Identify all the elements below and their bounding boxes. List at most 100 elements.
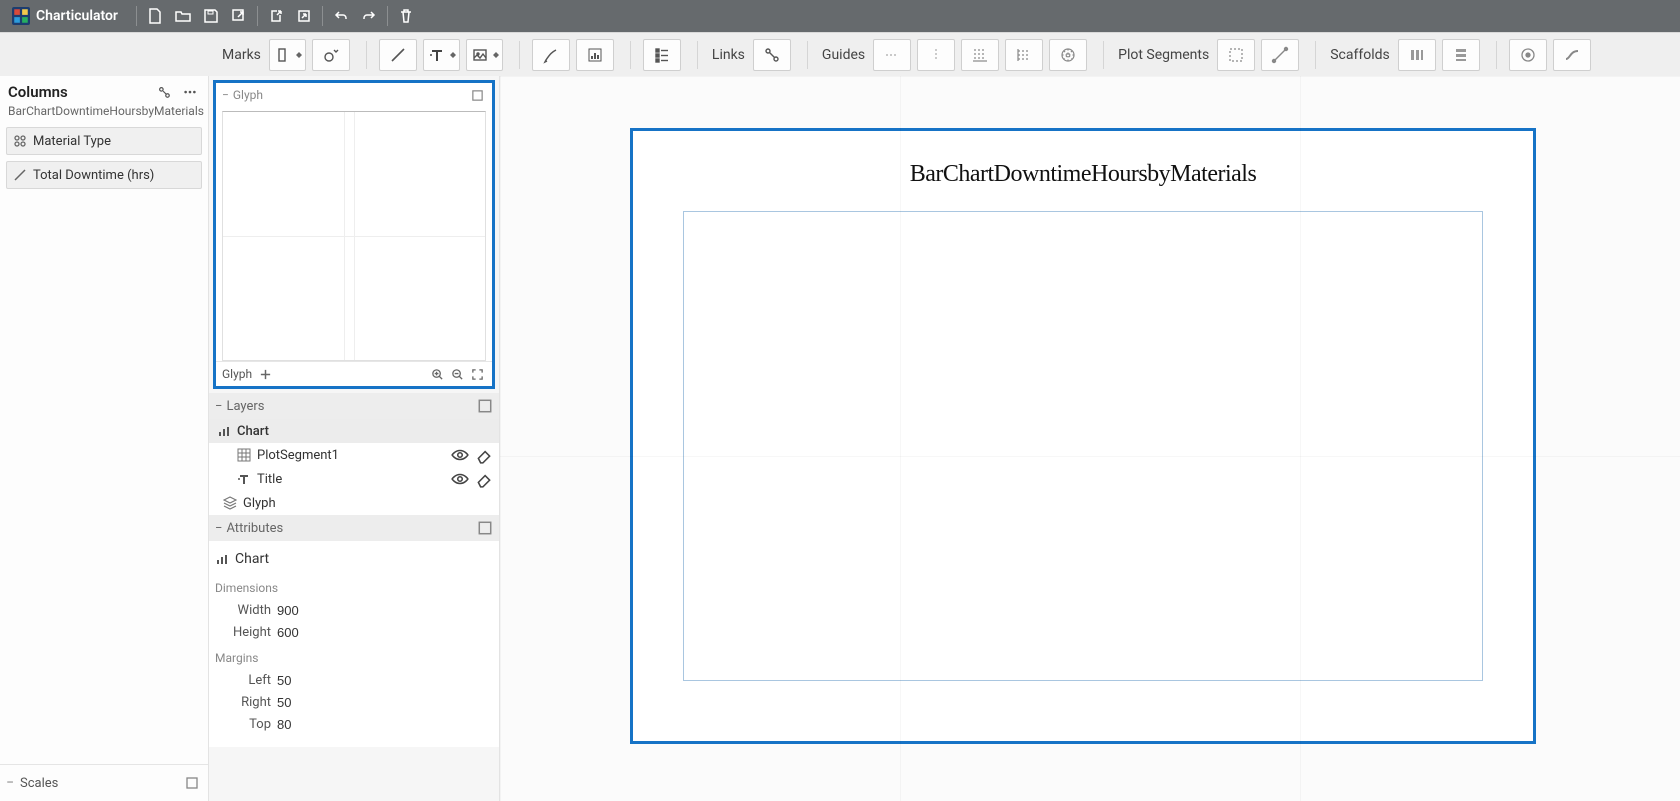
links-label: Links [712, 47, 745, 63]
right-input[interactable] [275, 694, 493, 711]
field-chip[interactable]: Total Downtime (hrs) [6, 161, 202, 189]
guides-label: Guides [822, 47, 865, 63]
layer-label: PlotSegment1 [257, 448, 339, 463]
mark-rect-button[interactable] [269, 39, 306, 71]
save-button[interactable] [197, 2, 225, 30]
visibility-icon[interactable] [451, 446, 469, 464]
popout-icon[interactable] [182, 773, 202, 793]
layer-item-glyph[interactable]: Glyph [209, 491, 499, 515]
glyph-icon [223, 496, 237, 510]
open-button[interactable] [169, 2, 197, 30]
top-input[interactable] [275, 716, 493, 733]
zoom-fit-icon[interactable] [468, 365, 486, 383]
layer-label: Title [257, 472, 282, 487]
guide-coord-y-button[interactable] [1005, 39, 1043, 71]
glyph-footer-label: Glyph [222, 367, 252, 381]
glyph-panel-title: Glyph [233, 88, 468, 102]
delete-button[interactable] [392, 2, 420, 30]
plot-segments-label: Plot Segments [1118, 47, 1209, 63]
chart-canvas[interactable]: BarChartDowntimeHoursbyMaterials [500, 76, 1680, 801]
measure-icon [13, 168, 27, 182]
add-glyph-icon[interactable] [256, 365, 274, 383]
attributes-title: Attributes [226, 521, 473, 536]
left-label: Left [215, 673, 271, 688]
import-template-button[interactable] [262, 2, 290, 30]
height-label: Height [215, 625, 271, 640]
left-input[interactable] [275, 672, 493, 689]
title-bar: Charticulator [0, 0, 1680, 32]
links-button[interactable] [753, 39, 791, 71]
zoom-in-icon[interactable] [428, 365, 446, 383]
guide-coord-x-button[interactable] [961, 39, 999, 71]
collapse-icon[interactable]: − [6, 775, 16, 791]
export-button[interactable] [225, 2, 253, 30]
columns-more-icon[interactable] [180, 82, 200, 102]
new-button[interactable] [141, 2, 169, 30]
chart-icon [215, 552, 229, 566]
columns-title: Columns [8, 83, 148, 101]
visibility-icon[interactable] [451, 470, 469, 488]
layers-panel: − Layers Chart PlotSegment1 [209, 393, 499, 515]
brand-name: Charticulator [36, 8, 118, 24]
layer-label: Chart [237, 424, 269, 439]
plot-segment-region-button[interactable] [1217, 39, 1255, 71]
plot-segment-line-button[interactable] [1261, 39, 1299, 71]
chart-page[interactable]: BarChartDowntimeHoursbyMaterials [630, 128, 1536, 744]
plot-segment-icon [237, 448, 251, 462]
field-label: Total Downtime (hrs) [33, 168, 154, 183]
layer-item-chart[interactable]: Chart [209, 419, 499, 443]
margins-label: Margins [215, 651, 493, 665]
popout-icon[interactable] [477, 398, 493, 414]
erase-icon[interactable] [475, 446, 493, 464]
guide-x-button[interactable] [917, 39, 955, 71]
mark-icon-button[interactable] [466, 39, 503, 71]
collapse-icon[interactable]: − [215, 521, 222, 536]
mark-line-button[interactable] [379, 39, 417, 71]
layer-item-title[interactable]: Title [209, 467, 499, 491]
scaffold-curve-button[interactable] [1553, 39, 1591, 71]
collapse-icon[interactable]: − [222, 88, 229, 102]
mark-symbol-button[interactable] [312, 39, 350, 71]
width-label: Width [215, 603, 271, 618]
attributes-panel: − Attributes Chart Dimensions Width Heig… [209, 515, 499, 747]
export-template-button[interactable] [290, 2, 318, 30]
marks-label: Marks [222, 47, 261, 63]
columns-derive-icon[interactable] [154, 82, 174, 102]
width-input[interactable] [275, 602, 493, 619]
brand: Charticulator [6, 7, 124, 25]
legend-button[interactable] [643, 39, 681, 71]
nested-chart-button[interactable] [576, 39, 614, 71]
dimensions-label: Dimensions [215, 581, 493, 595]
field-chip[interactable]: Material Type [6, 127, 202, 155]
scaffolds-label: Scaffolds [1330, 47, 1390, 63]
glyph-canvas[interactable] [222, 111, 486, 361]
erase-icon[interactable] [475, 470, 493, 488]
scaffold-hstack-button[interactable] [1398, 39, 1436, 71]
zoom-out-icon[interactable] [448, 365, 466, 383]
categorical-icon [13, 134, 27, 148]
popout-icon[interactable] [468, 86, 486, 104]
popout-icon[interactable] [477, 520, 493, 536]
layer-item-plotsegment[interactable]: PlotSegment1 [209, 443, 499, 467]
top-label: Top [215, 717, 271, 732]
height-input[interactable] [275, 624, 493, 641]
chart-plot-area[interactable] [683, 211, 1483, 681]
undo-button[interactable] [327, 2, 355, 30]
data-axis-button[interactable] [532, 39, 570, 71]
chart-title[interactable]: BarChartDowntimeHoursbyMaterials [633, 161, 1533, 188]
text-icon [237, 472, 251, 486]
brand-logo-icon [12, 7, 30, 25]
scaffold-vstack-button[interactable] [1442, 39, 1480, 71]
redo-button[interactable] [355, 2, 383, 30]
left-sidebar: Columns BarChartDowntimeHoursbyMaterials… [0, 76, 209, 801]
glyph-panel: − Glyph Glyph [213, 80, 495, 389]
scaffold-polar-button[interactable] [1509, 39, 1547, 71]
scales-title: Scales [20, 776, 180, 791]
divider [387, 6, 388, 26]
mark-text-button[interactable] [423, 39, 460, 71]
collapse-icon[interactable]: − [215, 399, 222, 414]
divider [136, 6, 137, 26]
chart-icon [217, 424, 231, 438]
guide-y-button[interactable] [873, 39, 911, 71]
guide-polar-button[interactable] [1049, 39, 1087, 71]
